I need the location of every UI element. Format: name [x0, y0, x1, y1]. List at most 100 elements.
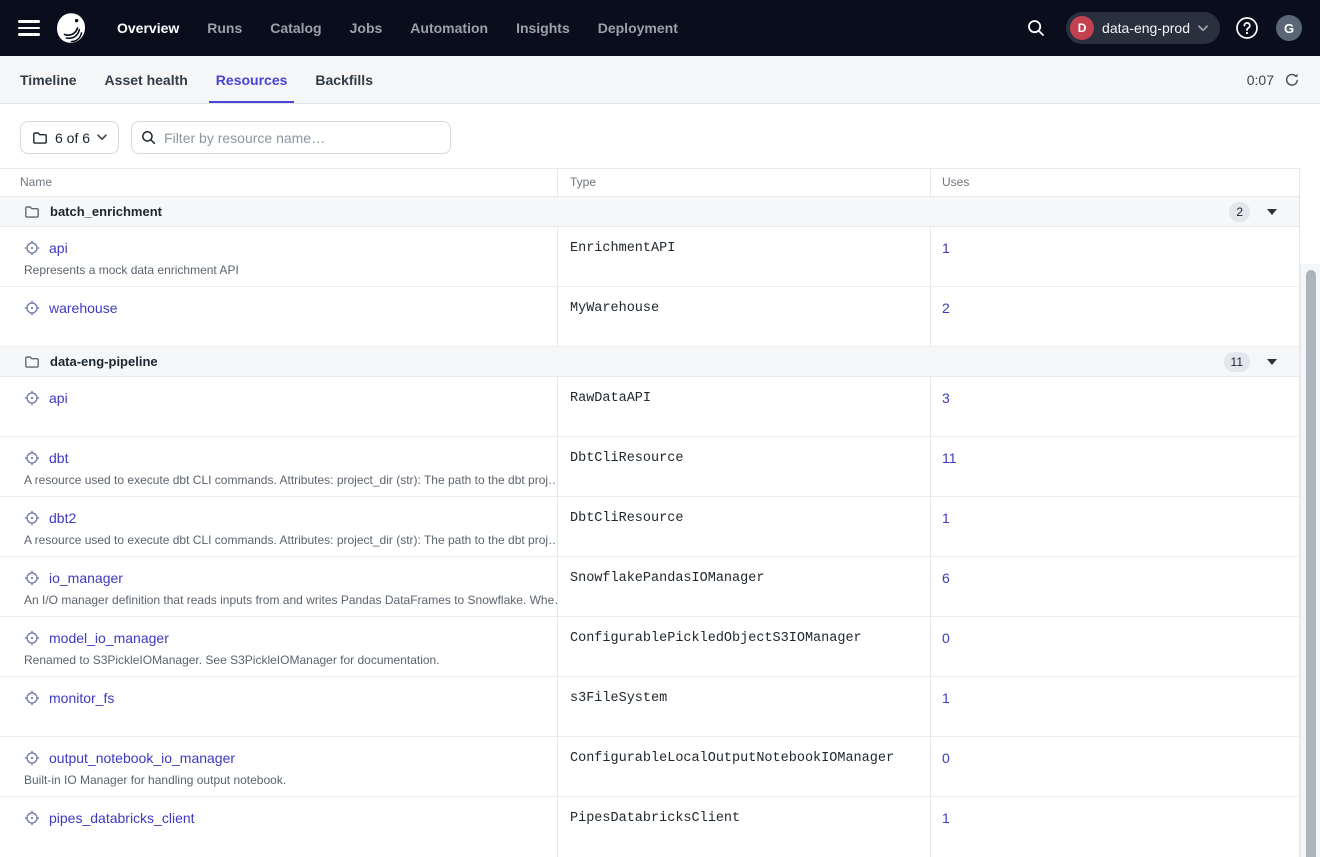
column-header-name: Name: [0, 169, 557, 196]
tab-timeline[interactable]: Timeline: [13, 56, 84, 103]
resource-link[interactable]: model_io_manager: [49, 630, 169, 646]
nav-item-jobs[interactable]: Jobs: [343, 20, 390, 36]
uses-count-link[interactable]: 11: [942, 450, 957, 466]
nav-item-runs[interactable]: Runs: [200, 20, 249, 36]
collapse-caret-icon[interactable]: [1267, 209, 1277, 215]
uses-count-link[interactable]: 1: [942, 240, 950, 256]
uses-count-link[interactable]: 1: [942, 810, 950, 826]
resource-description: Renamed to S3PickleIOManager. See S3Pick…: [24, 653, 537, 667]
resource-icon: [24, 630, 40, 646]
resource-type: ConfigurableLocalOutputNotebookIOManager: [557, 737, 930, 796]
column-header-uses: Uses: [930, 169, 1300, 196]
group-name: data-eng-pipeline: [50, 354, 158, 369]
resource-link[interactable]: dbt: [49, 450, 68, 466]
count-badge: 11: [1224, 352, 1250, 372]
overview-tabbar: Timeline Asset health Resources Backfill…: [0, 56, 1320, 104]
resource-row-pipes-databricks-client: pipes_databricks_client PipesDatabricksC…: [0, 797, 1299, 857]
count-badge: 2: [1229, 202, 1250, 222]
resource-type: MyWarehouse: [557, 287, 930, 346]
resource-link[interactable]: warehouse: [49, 300, 118, 316]
resource-type: EnrichmentAPI: [557, 227, 930, 286]
resource-row-api-2: api RawDataAPI 3: [0, 377, 1299, 437]
resource-description: Represents a mock data enrichment API: [24, 263, 537, 277]
resource-link[interactable]: api: [49, 390, 68, 406]
uses-count-link[interactable]: 0: [942, 630, 950, 646]
uses-count-link[interactable]: 0: [942, 750, 950, 766]
nav-item-insights[interactable]: Insights: [509, 20, 577, 36]
collapse-caret-icon[interactable]: [1267, 359, 1277, 365]
uses-count-link[interactable]: 2: [942, 300, 950, 316]
resource-icon: [24, 510, 40, 526]
folder-icon: [32, 130, 48, 146]
primary-nav: Overview Runs Catalog Jobs Automation In…: [110, 20, 699, 36]
folder-icon: [24, 204, 40, 220]
tab-asset-health[interactable]: Asset health: [98, 56, 195, 103]
scrollbar-thumb[interactable]: [1306, 270, 1316, 857]
uses-count-link[interactable]: 1: [942, 690, 950, 706]
resource-type: s3FileSystem: [557, 677, 930, 736]
uses-count-link[interactable]: 3: [942, 390, 950, 406]
resource-type: ConfigurablePickledObjectS3IOManager: [557, 617, 930, 676]
resources-table: Name Type Uses batch_enrichment 2 api Re…: [0, 168, 1300, 857]
resource-row-warehouse: warehouse MyWarehouse 2: [0, 287, 1299, 347]
nav-item-catalog[interactable]: Catalog: [263, 20, 328, 36]
resource-icon: [24, 690, 40, 706]
folder-icon: [24, 354, 40, 370]
resource-link[interactable]: pipes_databricks_client: [49, 810, 195, 826]
scrollbar-track[interactable]: [1300, 264, 1320, 857]
deployment-initial-badge: D: [1070, 16, 1094, 40]
table-header: Name Type Uses: [0, 168, 1299, 197]
resource-link[interactable]: io_manager: [49, 570, 123, 586]
scope-filter-button[interactable]: 6 of 6: [20, 121, 119, 154]
resource-link[interactable]: output_notebook_io_manager: [49, 750, 235, 766]
resource-filter-input[interactable]: [131, 121, 451, 154]
resource-row-io-manager: io_manager An I/O manager definition tha…: [0, 557, 1299, 617]
deployment-name: data-eng-prod: [1102, 20, 1190, 36]
refresh-countdown: 0:07: [1247, 72, 1274, 88]
scope-filter-label: 6 of 6: [55, 130, 90, 146]
resource-row-api: api Represents a mock data enrichment AP…: [0, 227, 1299, 287]
resource-type: RawDataAPI: [557, 377, 930, 436]
search-icon: [141, 130, 156, 145]
resource-type: DbtCliResource: [557, 497, 930, 556]
deployment-switcher[interactable]: D data-eng-prod: [1066, 12, 1220, 44]
chevron-down-icon: [97, 134, 107, 141]
resource-description: An I/O manager definition that reads inp…: [24, 593, 537, 607]
uses-count-link[interactable]: 6: [942, 570, 950, 586]
user-avatar[interactable]: G: [1276, 15, 1302, 41]
resource-icon: [24, 450, 40, 466]
column-header-type: Type: [557, 169, 930, 196]
group-row-batch-enrichment[interactable]: batch_enrichment 2: [0, 197, 1299, 227]
resource-row-dbt2: dbt2 A resource used to execute dbt CLI …: [0, 497, 1299, 557]
resource-description: Built-in IO Manager for handling output …: [24, 773, 537, 787]
resource-icon: [24, 300, 40, 316]
uses-count-link[interactable]: 1: [942, 510, 950, 526]
search-icon[interactable]: [1020, 12, 1052, 44]
group-row-data-eng-pipeline[interactable]: data-eng-pipeline 11: [0, 347, 1299, 377]
resource-row-monitor-fs: monitor_fs s3FileSystem 1: [0, 677, 1299, 737]
filter-row: 6 of 6: [0, 104, 1320, 168]
resource-link[interactable]: api: [49, 240, 68, 256]
resource-row-model-io-manager: model_io_manager Renamed to S3PickleIOMa…: [0, 617, 1299, 677]
resource-icon: [24, 750, 40, 766]
nav-item-automation[interactable]: Automation: [403, 20, 495, 36]
tab-backfills[interactable]: Backfills: [308, 56, 380, 103]
nav-item-deployment[interactable]: Deployment: [591, 20, 685, 36]
resource-type: SnowflakePandasIOManager: [557, 557, 930, 616]
resource-row-dbt: dbt A resource used to execute dbt CLI c…: [0, 437, 1299, 497]
resource-icon: [24, 570, 40, 586]
help-icon[interactable]: [1234, 15, 1260, 41]
resource-description: A resource used to execute dbt CLI comma…: [24, 473, 537, 487]
resource-link[interactable]: monitor_fs: [49, 690, 114, 706]
resource-type: PipesDatabricksClient: [557, 797, 930, 857]
nav-item-overview[interactable]: Overview: [110, 20, 186, 36]
resource-type: DbtCliResource: [557, 437, 930, 496]
resource-icon: [24, 810, 40, 826]
menu-icon[interactable]: [18, 16, 42, 40]
dagster-logo[interactable]: [54, 11, 88, 45]
resource-link[interactable]: dbt2: [49, 510, 76, 526]
tab-resources[interactable]: Resources: [209, 56, 295, 103]
group-name: batch_enrichment: [50, 204, 162, 219]
refresh-icon[interactable]: [1284, 72, 1300, 88]
resource-icon: [24, 240, 40, 256]
